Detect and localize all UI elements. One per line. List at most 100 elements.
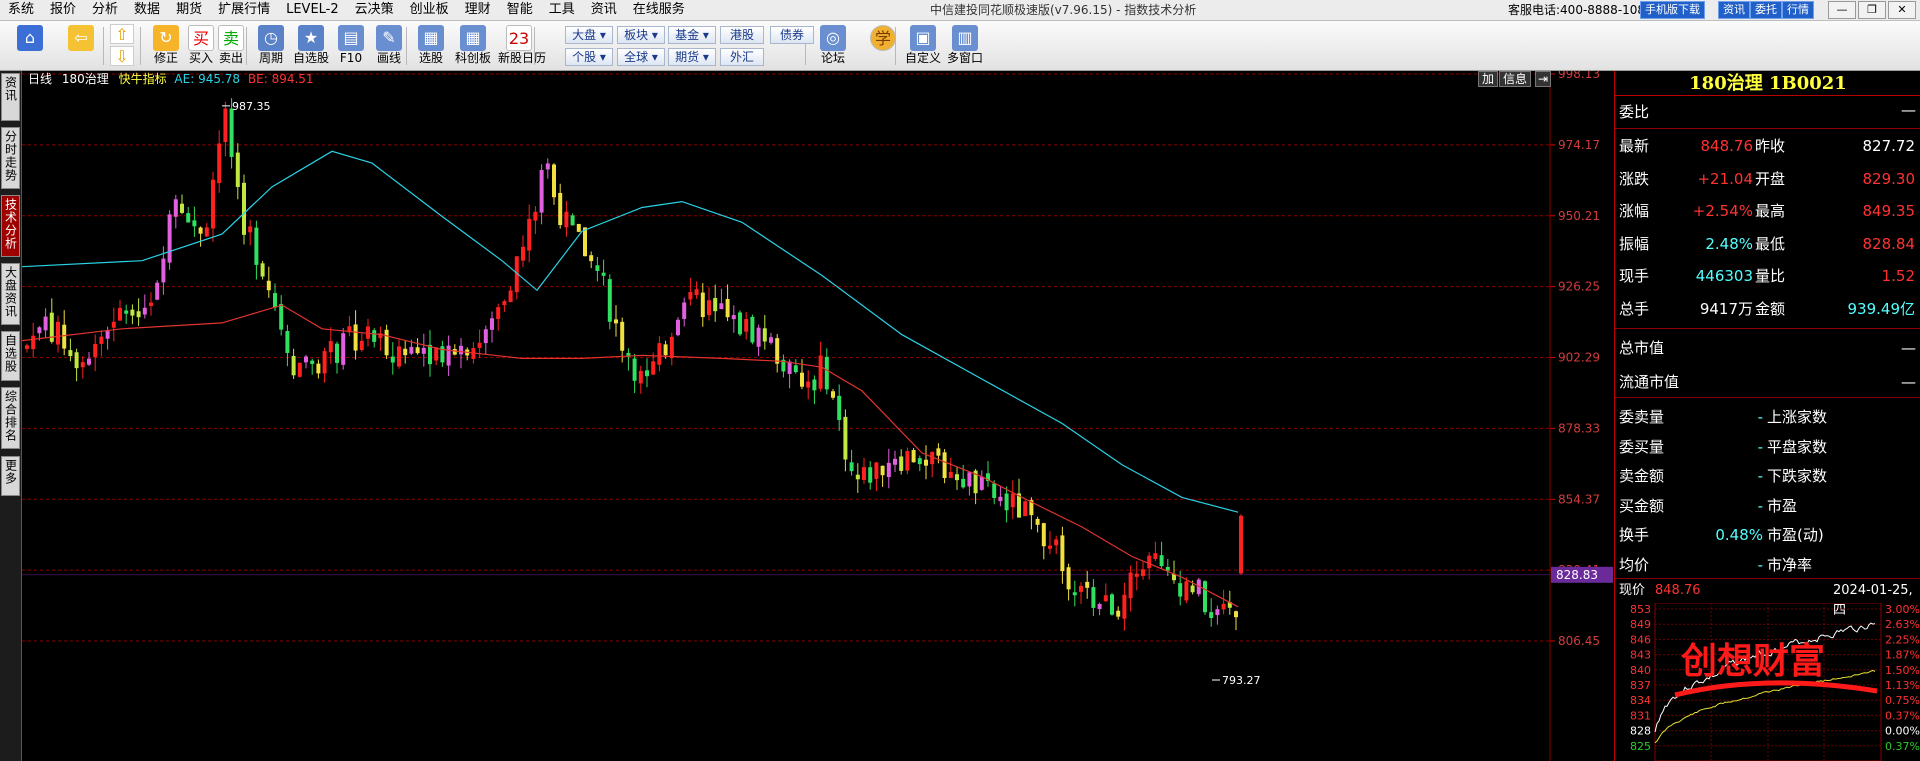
menu-item-6[interactable]: LEVEL-2 bbox=[278, 0, 347, 20]
candle-body bbox=[43, 316, 48, 331]
menu-item-8[interactable]: 创业板 bbox=[402, 0, 457, 20]
toolbar-button-0[interactable]: ⌂ bbox=[12, 21, 48, 71]
candle-body bbox=[998, 496, 1003, 502]
price-tick-label: 878.33 bbox=[1558, 421, 1600, 435]
menu-item-10[interactable]: 智能 bbox=[499, 0, 541, 20]
market-button-6[interactable]: 全球 ▾ bbox=[617, 48, 665, 66]
candle-body bbox=[1239, 515, 1243, 574]
menu-item-1[interactable]: 报价 bbox=[42, 0, 84, 20]
toolbar-separator bbox=[895, 27, 896, 65]
candle-body bbox=[849, 462, 854, 472]
candle-body bbox=[1091, 587, 1096, 608]
side-tab-4[interactable]: 自选股 bbox=[1, 331, 20, 381]
menu-item-5[interactable]: 扩展行情 bbox=[210, 0, 278, 20]
quote-value: 1.52 bbox=[1881, 267, 1915, 285]
toolbar-button-1[interactable]: ⇦ bbox=[60, 21, 102, 71]
quote-label: 量比 bbox=[1755, 267, 1786, 285]
toolbar-label-7: F10 bbox=[339, 51, 363, 65]
candle-body bbox=[1184, 581, 1189, 601]
quote-label: 最高 bbox=[1755, 202, 1786, 220]
candle-body bbox=[1190, 585, 1195, 593]
toolbar-button-12[interactable]: ◎ 论坛 bbox=[812, 21, 854, 71]
quote-button[interactable]: 行情 bbox=[1782, 1, 1814, 19]
toolbar-button-9[interactable]: ▦ 选股 bbox=[410, 21, 452, 71]
arrow-down-icon[interactable]: ⇩ bbox=[110, 46, 134, 66]
candle-body bbox=[223, 108, 228, 142]
menu-item-3[interactable]: 数据 bbox=[126, 0, 168, 20]
candle-body bbox=[105, 330, 110, 339]
divider bbox=[1615, 397, 1920, 398]
candle-body bbox=[694, 289, 699, 296]
mini-chart-header: 现价 848.76 2024-01-25,四 bbox=[1615, 581, 1920, 618]
news-button[interactable]: 资讯 bbox=[1718, 1, 1750, 19]
candle-body bbox=[285, 331, 290, 353]
toolbar-button-10[interactable]: ▦ 科创板 bbox=[452, 21, 494, 71]
menu-item-2[interactable]: 分析 bbox=[84, 0, 126, 20]
expand-icon[interactable]: ⇥ bbox=[1535, 71, 1552, 87]
candle-body bbox=[738, 312, 742, 335]
market-button-7[interactable]: 期货 ▾ bbox=[668, 48, 716, 66]
menu-item-4[interactable]: 期货 bbox=[168, 0, 210, 20]
info-button[interactable]: 信息 bbox=[1499, 71, 1532, 87]
stats-label: 委买量 bbox=[1619, 437, 1665, 456]
menu-item-11[interactable]: 工具 bbox=[541, 0, 583, 20]
toolbar-button-14[interactable]: ▣ 自定义 bbox=[902, 21, 944, 71]
market-button-5[interactable]: 个股 ▾ bbox=[565, 48, 613, 66]
period-label: 日线 bbox=[28, 72, 53, 86]
main-toolbar: ⌂ ⇦ ↻ 修正买买入卖卖出 ◷ 周期 ★ 自选股 ▤ F10 ✎ 画线 ▦ 选股 ▦ 科创板 23 新股日历 ◎ 论… bbox=[0, 21, 1920, 71]
index-name: 180治理 bbox=[61, 72, 109, 86]
side-tab-0[interactable]: 资讯 bbox=[1, 73, 20, 121]
menu-item-13[interactable]: 在线服务 bbox=[625, 0, 693, 20]
menu-item-12[interactable]: 资讯 bbox=[583, 0, 625, 20]
side-tab-1[interactable]: 分时走势 bbox=[1, 127, 20, 189]
menu-item-7[interactable]: 云决策 bbox=[347, 0, 402, 20]
minimize-button[interactable]: — bbox=[1828, 1, 1856, 19]
market-button-8[interactable]: 外汇 bbox=[720, 48, 764, 66]
quote-row: 现手 446303 量比 1.52 bbox=[1615, 261, 1920, 291]
toolbar-button-8[interactable]: ✎ 画线 bbox=[368, 21, 410, 71]
up-down-arrows[interactable]: ⇧ ⇩ bbox=[110, 24, 134, 66]
intraday-mini-chart[interactable]: 853 3.00% 849 2.63% 846 2.25% 843 1.87% 840 1.50%… bbox=[1615, 603, 1920, 761]
indicator-name[interactable]: 快牛指标 bbox=[119, 72, 167, 86]
candle-body bbox=[886, 462, 891, 478]
add-button[interactable]: 加 bbox=[1478, 71, 1499, 87]
market-button-4[interactable]: 债券 bbox=[770, 26, 814, 44]
toolbar-button-7[interactable]: ▤ F10 bbox=[330, 21, 372, 71]
market-button-0[interactable]: 大盘 ▾ bbox=[565, 26, 613, 44]
menu-item-9[interactable]: 理财 bbox=[457, 0, 499, 20]
maximize-button[interactable]: ❐ bbox=[1858, 1, 1886, 19]
toolbar-button-15[interactable]: ▥ 多窗口 bbox=[944, 21, 986, 71]
candle-body bbox=[161, 258, 166, 283]
kline-chart[interactable]: 998.13 974.17 950.21 926.25 902.29 878.33 854.… bbox=[22, 71, 1614, 761]
candle-body bbox=[1110, 594, 1114, 615]
close-button[interactable]: ✕ bbox=[1888, 1, 1916, 19]
toolbar-button-6[interactable]: ★ 自选股 bbox=[290, 21, 332, 71]
candle-body bbox=[657, 343, 662, 365]
market-button-2[interactable]: 基金 ▾ bbox=[668, 26, 716, 44]
market-button-3[interactable]: 港股 bbox=[720, 26, 764, 44]
arrow-up-icon[interactable]: ⇧ bbox=[110, 24, 134, 44]
candle-body bbox=[1122, 594, 1127, 619]
candle-body bbox=[167, 214, 172, 263]
side-tab-3[interactable]: 大盘资讯 bbox=[1, 263, 20, 325]
quote-value: 829.30 bbox=[1862, 169, 1916, 188]
trade-button[interactable]: 委托 bbox=[1750, 1, 1782, 19]
side-tab-6[interactable]: 更多 bbox=[1, 456, 20, 496]
candle-body bbox=[837, 395, 842, 421]
back-icon: ⇦ bbox=[68, 25, 94, 51]
candle-body bbox=[824, 356, 829, 390]
menu-item-0[interactable]: 系统 bbox=[0, 0, 42, 20]
candle-body bbox=[111, 321, 116, 328]
multiwindow-icon: ▥ bbox=[952, 25, 978, 51]
candle-body bbox=[99, 336, 104, 344]
quote-label: 涨幅 bbox=[1619, 202, 1650, 220]
toolbar-button-5[interactable]: ◷ 周期 bbox=[250, 21, 292, 71]
mobile-download-button[interactable]: 手机版下载 bbox=[1640, 1, 1705, 19]
quote-label: 开盘 bbox=[1755, 169, 1786, 188]
toolbar-button-13[interactable]: 学 bbox=[862, 21, 904, 71]
side-tab-5[interactable]: 综合排名 bbox=[1, 387, 20, 449]
weibi-value: — bbox=[1901, 101, 1916, 119]
candle-body bbox=[843, 416, 848, 460]
market-button-1[interactable]: 板块 ▾ bbox=[617, 26, 665, 44]
side-tab-2[interactable]: 技术分析 bbox=[1, 195, 20, 257]
